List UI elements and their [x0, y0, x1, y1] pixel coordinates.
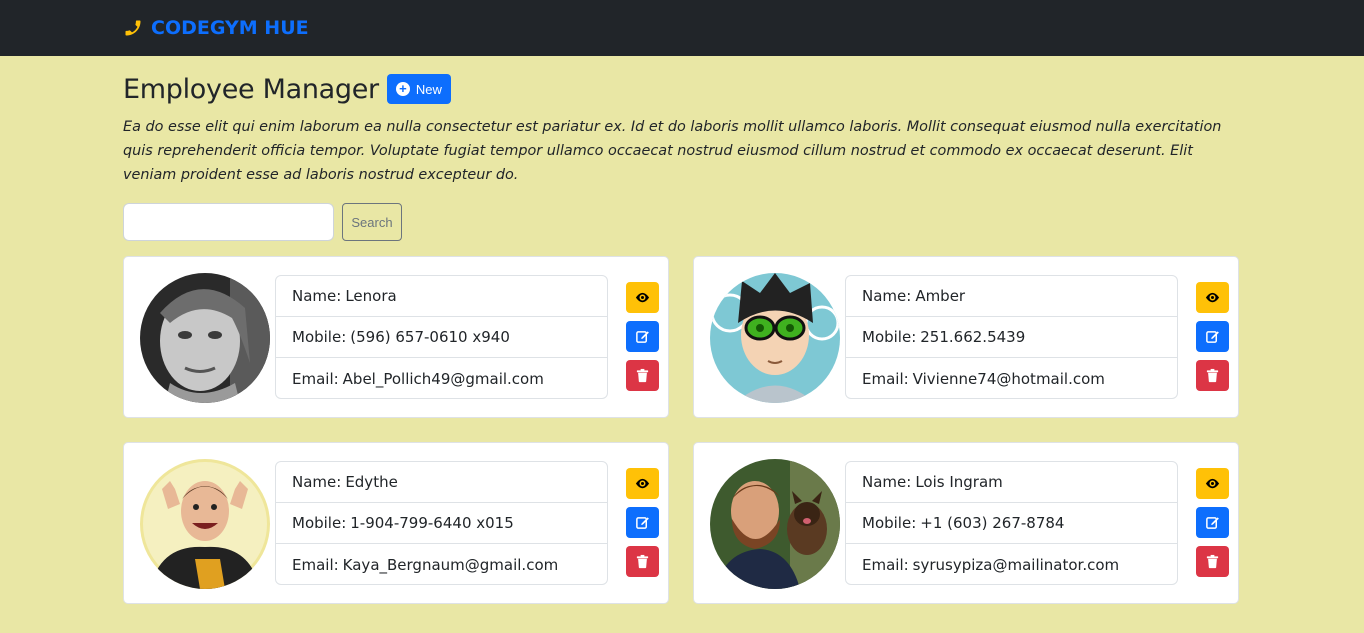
- eye-icon: [1205, 478, 1220, 489]
- delete-button[interactable]: [1196, 546, 1229, 577]
- employee-mobile: 1-904-799-6440 x015: [350, 514, 514, 532]
- employee-email-row: Email: Kaya_Bergnaum@gmail.com: [276, 544, 607, 585]
- employee-name: Edythe: [345, 473, 398, 491]
- new-employee-button[interactable]: + New: [386, 74, 451, 104]
- employee-mobile: +1 (603) 267-8784: [920, 514, 1065, 532]
- employee-mobile-row: Mobile: 1-904-799-6440 x015: [276, 503, 607, 544]
- top-navbar: CODEGYM HUE: [0, 0, 1364, 56]
- employee-name: Amber: [915, 287, 966, 305]
- trash-icon: [636, 368, 649, 383]
- trash-icon: [1206, 368, 1219, 383]
- delete-button[interactable]: [626, 360, 659, 391]
- card-actions: [626, 468, 659, 577]
- employee-name: Lenora: [345, 287, 397, 305]
- employee-name-row: Name: Lenora: [276, 276, 607, 317]
- employee-info: Name: Lois Ingram Mobile: +1 (603) 267-8…: [845, 461, 1178, 585]
- employee-name-row: Name: Amber: [846, 276, 1177, 317]
- new-button-label: New: [415, 81, 442, 97]
- view-button[interactable]: [1196, 282, 1229, 313]
- view-button[interactable]: [626, 282, 659, 313]
- page-description: Ea do esse elit qui enim laborum ea null…: [123, 119, 1222, 183]
- email-label: Email:: [862, 369, 909, 388]
- trash-icon: [636, 554, 649, 569]
- edit-icon: [636, 331, 649, 343]
- employee-info: Name: Amber Mobile: 251.662.5439 Email: …: [845, 275, 1178, 399]
- avatar: [140, 459, 270, 589]
- employee-mobile-row: Mobile: 251.662.5439: [846, 317, 1177, 358]
- email-label: Email:: [862, 555, 909, 574]
- employee-mobile: (596) 657-0610 x940: [350, 328, 510, 346]
- eye-icon: [1205, 292, 1220, 303]
- brand-text: CODEGYM HUE: [151, 17, 309, 39]
- email-label: Email:: [292, 555, 339, 574]
- name-label: Name:: [862, 287, 912, 305]
- employee-name-row: Name: Edythe: [276, 462, 607, 503]
- page-title: Employee Manager: [123, 73, 379, 105]
- employee-mobile-row: Mobile: (596) 657-0610 x940: [276, 317, 607, 358]
- edit-button[interactable]: [1196, 507, 1229, 538]
- eye-icon: [635, 478, 650, 489]
- avatar: [140, 273, 270, 403]
- employee-card: Name: Lois Ingram Mobile: +1 (603) 267-8…: [693, 442, 1239, 604]
- email-label: Email:: [292, 369, 339, 388]
- edit-icon: [636, 517, 649, 529]
- card-actions: [1196, 282, 1229, 391]
- card-actions: [1196, 468, 1229, 577]
- trash-icon: [1206, 554, 1219, 569]
- eye-icon: [635, 292, 650, 303]
- employee-mobile: 251.662.5439: [920, 328, 1026, 346]
- main-container: Employee Manager + New Ea do esse elit q…: [123, 56, 1239, 604]
- search-bar: Search: [123, 203, 1239, 241]
- title-row: Employee Manager + New: [123, 73, 1239, 105]
- name-label: Name:: [862, 473, 912, 491]
- edit-button[interactable]: [626, 321, 659, 352]
- mobile-label: Mobile:: [862, 514, 917, 532]
- view-button[interactable]: [1196, 468, 1229, 499]
- plus-circle-icon: +: [395, 82, 410, 96]
- mobile-label: Mobile:: [862, 328, 917, 346]
- edit-icon: [1206, 331, 1219, 343]
- view-button[interactable]: [626, 468, 659, 499]
- employee-email: Kaya_Bergnaum@gmail.com: [342, 555, 559, 574]
- employee-email: Abel_Pollich49@gmail.com: [342, 369, 544, 388]
- name-label: Name:: [292, 473, 342, 491]
- avatar: [710, 273, 840, 403]
- employee-info: Name: Edythe Mobile: 1-904-799-6440 x015…: [275, 461, 608, 585]
- employee-email: Vivienne74@hotmail.com: [912, 369, 1105, 388]
- mobile-label: Mobile:: [292, 328, 347, 346]
- edit-button[interactable]: [626, 507, 659, 538]
- card-actions: [626, 282, 659, 391]
- employee-email-row: Email: Vivienne74@hotmail.com: [846, 358, 1177, 399]
- edit-icon: [1206, 517, 1219, 529]
- delete-button[interactable]: [1196, 360, 1229, 391]
- employee-card: Name: Lenora Mobile: (596) 657-0610 x940…: [123, 256, 669, 418]
- brand-link[interactable]: CODEGYM HUE: [123, 17, 309, 39]
- search-input[interactable]: [123, 203, 334, 241]
- employee-email-row: Email: Abel_Pollich49@gmail.com: [276, 358, 607, 399]
- edit-button[interactable]: [1196, 321, 1229, 352]
- phone-icon: [125, 20, 141, 36]
- employee-name-row: Name: Lois Ingram: [846, 462, 1177, 503]
- avatar: [710, 459, 840, 589]
- employee-card: Name: Edythe Mobile: 1-904-799-6440 x015…: [123, 442, 669, 604]
- employee-mobile-row: Mobile: +1 (603) 267-8784: [846, 503, 1177, 544]
- mobile-label: Mobile:: [292, 514, 347, 532]
- employee-email-row: Email: syrusypiza@mailinator.com: [846, 544, 1177, 585]
- employee-card: Name: Amber Mobile: 251.662.5439 Email: …: [693, 256, 1239, 418]
- search-button[interactable]: Search: [342, 203, 402, 241]
- delete-button[interactable]: [626, 546, 659, 577]
- employee-info: Name: Lenora Mobile: (596) 657-0610 x940…: [275, 275, 608, 399]
- name-label: Name:: [292, 287, 342, 305]
- employee-email: syrusypiza@mailinator.com: [912, 555, 1120, 574]
- employee-name: Lois Ingram: [915, 473, 1003, 491]
